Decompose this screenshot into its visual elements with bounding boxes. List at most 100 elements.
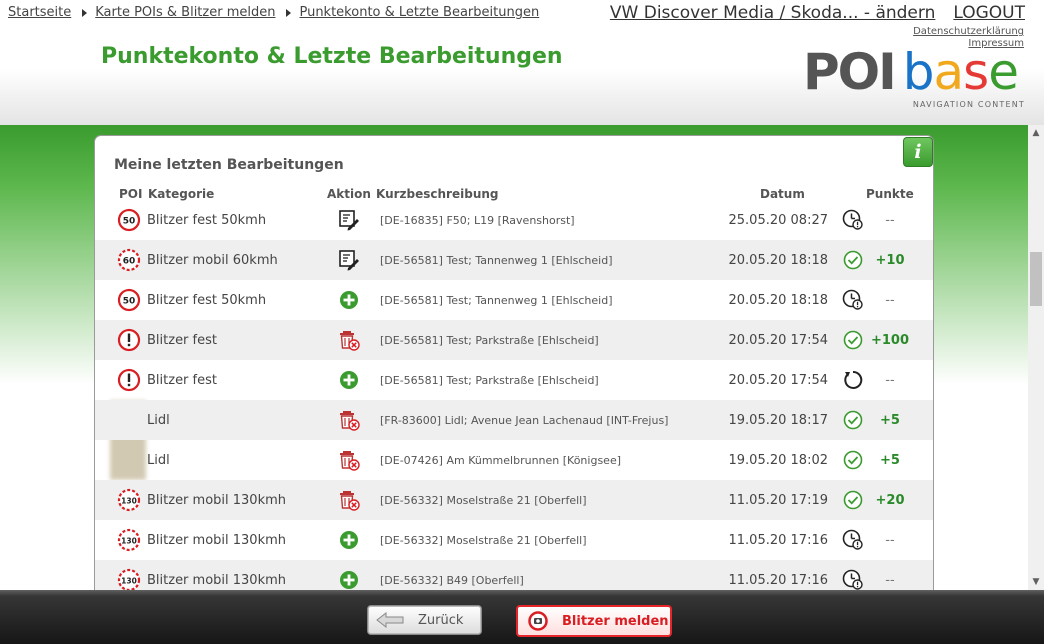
column-header-description: Kurzbeschreibung [376, 187, 499, 201]
clock-pending-icon [841, 280, 865, 320]
logo-base-letter: b [902, 43, 935, 101]
description-cell: [DE-56332] B49 [Oberfell] [380, 573, 524, 587]
check-circle-icon [841, 440, 865, 480]
category-cell: Blitzer mobil 130kmh [147, 572, 287, 588]
points-cell: -- [885, 372, 895, 388]
edits-table: 50 Blitzer fest 50kmh [DE-16835] F50; L19 … [95, 200, 933, 590]
category-cell: Blitzer fest 50kmh [147, 292, 267, 308]
report-speed-camera-button[interactable]: Blitzer melden [516, 605, 672, 637]
exclamation-warning-icon [115, 320, 142, 360]
panel-title: Meine letzten Bearbeitungen [114, 157, 344, 173]
points-cell: -- [885, 572, 895, 588]
table-row[interactable]: 50 Blitzer fest 50kmh [DE-56581] Test; Tan… [95, 280, 933, 320]
poi-image [115, 400, 142, 440]
revert-arrow-icon [841, 360, 865, 400]
mobile-speed-130-icon: 130 [115, 480, 142, 520]
category-cell: Lidl [147, 452, 170, 468]
delete-trash-icon [335, 480, 363, 520]
scrollbar-thumb[interactable] [1030, 252, 1042, 306]
mobile-speed-130-icon: 130 [115, 520, 142, 560]
chevron-right-icon [82, 8, 88, 17]
logo-base-letter: a [933, 43, 965, 101]
exclamation-warning-icon [115, 360, 142, 400]
header: Startseite Karte POIs & Blitzer melden P… [0, 0, 1044, 125]
description-cell: [FR-83600] Lidl; Avenue Jean Lachenaud [… [380, 413, 669, 427]
check-circle-icon [841, 400, 865, 440]
table-row[interactable]: 130 Blitzer mobil 130kmh [DE-56332] Mosels… [95, 480, 933, 520]
category-cell: Blitzer mobil 130kmh [147, 532, 287, 548]
column-header-date: Datum [760, 187, 805, 201]
scroll-up-icon[interactable]: ▲ [1028, 125, 1044, 141]
table-row[interactable]: Lidl [FR-83600] Lidl; Avenue Jean Lachena… [95, 400, 933, 440]
clock-pending-icon [841, 520, 865, 560]
table-row[interactable]: 60 Blitzer mobil 60kmh [DE-56581] Test; Ta… [95, 240, 933, 280]
mobile-speed-130-icon: 130 [115, 560, 142, 590]
device-change-link[interactable]: VW Discover Media / Skoda... - ändern [610, 3, 935, 23]
info-icon[interactable]: i [903, 137, 933, 167]
poibase-logo: POI base NAVIGATION CONTENT [803, 43, 1025, 110]
back-arrow-icon [376, 612, 404, 628]
category-cell: Blitzer mobil 60kmh [147, 252, 278, 268]
check-circle-icon [841, 240, 865, 280]
edit-document-icon [335, 200, 363, 240]
poi-image [115, 440, 142, 480]
speed-limit-50-icon: 50 [115, 200, 142, 240]
footer-bar: Zurück Blitzer melden [0, 590, 1044, 644]
column-header-points: Punkte [866, 187, 914, 201]
description-cell: [DE-56332] Moselstraße 21 [Oberfell] [380, 533, 587, 547]
logout-link[interactable]: LOGOUT [953, 3, 1025, 23]
clock-pending-icon [841, 560, 865, 590]
check-circle-icon [841, 480, 865, 520]
logo-base-text: base [902, 43, 1019, 101]
svg-text:130: 130 [121, 576, 137, 585]
delete-trash-icon [335, 400, 363, 440]
breadcrumb-home-link[interactable]: Startseite [8, 5, 71, 20]
speed-limit-50-icon: 50 [115, 280, 142, 320]
speed-camera-icon [528, 611, 548, 631]
back-button[interactable]: Zurück [367, 605, 482, 635]
category-cell: Lidl [147, 412, 170, 428]
logo-base-letter: e [988, 43, 1019, 101]
svg-text:130: 130 [121, 536, 137, 545]
category-cell: Blitzer fest 50kmh [147, 212, 267, 228]
add-circle-icon [335, 560, 363, 590]
table-row[interactable]: Lidl [DE-07426] Am Kümmelbrunnen [Königse… [95, 440, 933, 480]
description-cell: [DE-56581] Test; Parkstraße [Ehlscheid] [380, 333, 599, 347]
date-cell: 19.05.20 18:17 [728, 412, 829, 428]
points-cell: +20 [875, 492, 905, 508]
account-bar: VW Discover Media / Skoda... - ändern LOG… [610, 3, 1025, 23]
table-row[interactable]: 50 Blitzer fest 50kmh [DE-16835] F50; L19 … [95, 200, 933, 240]
add-circle-icon [335, 280, 363, 320]
breadcrumb-current-link[interactable]: Punktekonto & Letzte Bearbeitungen [299, 5, 539, 20]
description-cell: [DE-16835] F50; L19 [Ravenshorst] [380, 213, 575, 227]
date-cell: 20.05.20 18:18 [728, 292, 829, 308]
date-cell: 20.05.20 18:18 [728, 252, 829, 268]
main-content: Meine letzten Bearbeitungen i POI Katego… [0, 125, 1028, 590]
back-button-label: Zurück [418, 612, 464, 628]
points-cell: +100 [870, 332, 910, 348]
column-header-action: Aktion [327, 187, 371, 201]
points-cell: -- [885, 292, 895, 308]
privacy-link[interactable]: Datenschutzerklärung [913, 26, 1024, 38]
table-row[interactable]: 130 Blitzer mobil 130kmh [DE-56332] Mosels… [95, 520, 933, 560]
date-cell: 20.05.20 17:54 [728, 372, 829, 388]
date-cell: 20.05.20 17:54 [728, 332, 829, 348]
scroll-down-icon[interactable]: ▼ [1028, 574, 1044, 590]
scrollbar[interactable]: ▲ ▼ [1028, 125, 1044, 590]
clock-pending-icon [841, 200, 865, 240]
points-cell: -- [885, 532, 895, 548]
points-cell: +5 [880, 452, 900, 468]
table-row[interactable]: Blitzer fest [DE-56581] Test; Parkstraße … [95, 320, 933, 360]
table-row[interactable]: 130 Blitzer mobil 130kmh [DE-56332] B49 [O… [95, 560, 933, 590]
logo-base-letter: s [963, 43, 989, 101]
table-row[interactable]: Blitzer fest [DE-56581] Test; Parkstraße … [95, 360, 933, 400]
add-circle-icon [335, 360, 363, 400]
add-circle-icon [335, 520, 363, 560]
breadcrumb-map-link[interactable]: Karte POIs & Blitzer melden [95, 5, 275, 20]
points-cell: +5 [880, 412, 900, 428]
date-cell: 11.05.20 17:16 [728, 572, 829, 588]
breadcrumb: Startseite Karte POIs & Blitzer melden P… [8, 5, 539, 20]
points-cell: +10 [875, 252, 905, 268]
chevron-right-icon [286, 8, 292, 17]
svg-text:130: 130 [121, 496, 137, 505]
